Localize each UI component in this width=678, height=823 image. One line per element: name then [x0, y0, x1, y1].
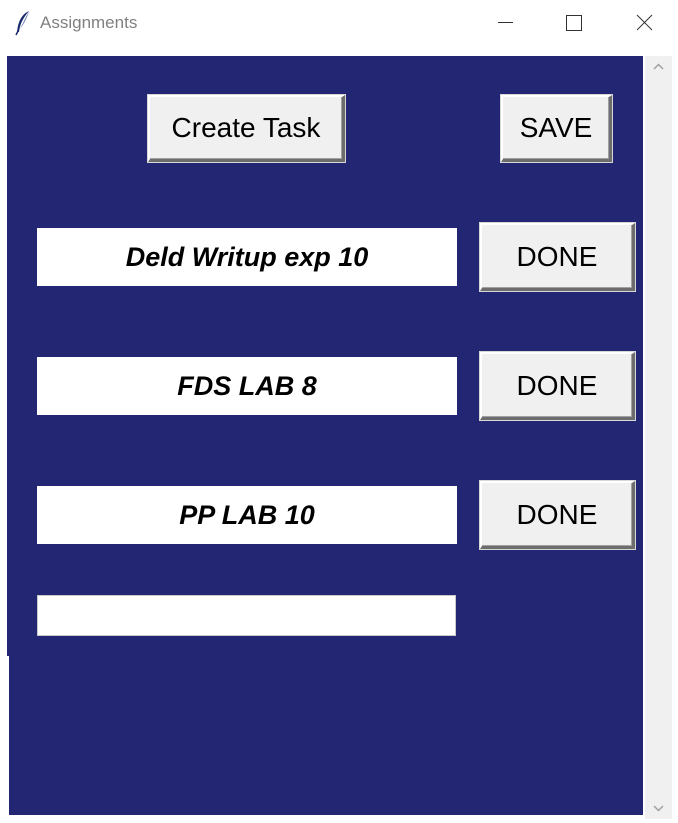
task-field-2[interactable]: FDS LAB 8	[37, 357, 457, 415]
close-button[interactable]	[622, 0, 668, 46]
task-canvas	[7, 56, 643, 815]
done-button-2[interactable]: DONE	[480, 352, 635, 420]
app-window: Assignments Create Task SAVE Deld Writup…	[0, 0, 678, 823]
done-button-1[interactable]: DONE	[480, 223, 635, 291]
done-button-3[interactable]: DONE	[480, 481, 635, 549]
canvas-edge	[0, 656, 9, 816]
minimize-button[interactable]	[482, 0, 528, 46]
save-button[interactable]: SAVE	[501, 95, 612, 162]
new-task-input[interactable]	[37, 595, 456, 636]
create-task-button[interactable]: Create Task	[148, 95, 345, 162]
feather-icon	[14, 10, 32, 36]
vertical-scrollbar[interactable]	[645, 56, 672, 819]
task-field-3[interactable]: PP LAB 10	[37, 486, 457, 544]
title-bar[interactable]: Assignments	[0, 0, 678, 46]
maximize-button[interactable]	[550, 0, 596, 46]
scroll-up-button[interactable]	[645, 56, 672, 78]
task-field-1[interactable]: Deld Writup exp 10	[37, 228, 457, 286]
window-title: Assignments	[40, 13, 138, 32]
scroll-down-button[interactable]	[645, 797, 672, 819]
